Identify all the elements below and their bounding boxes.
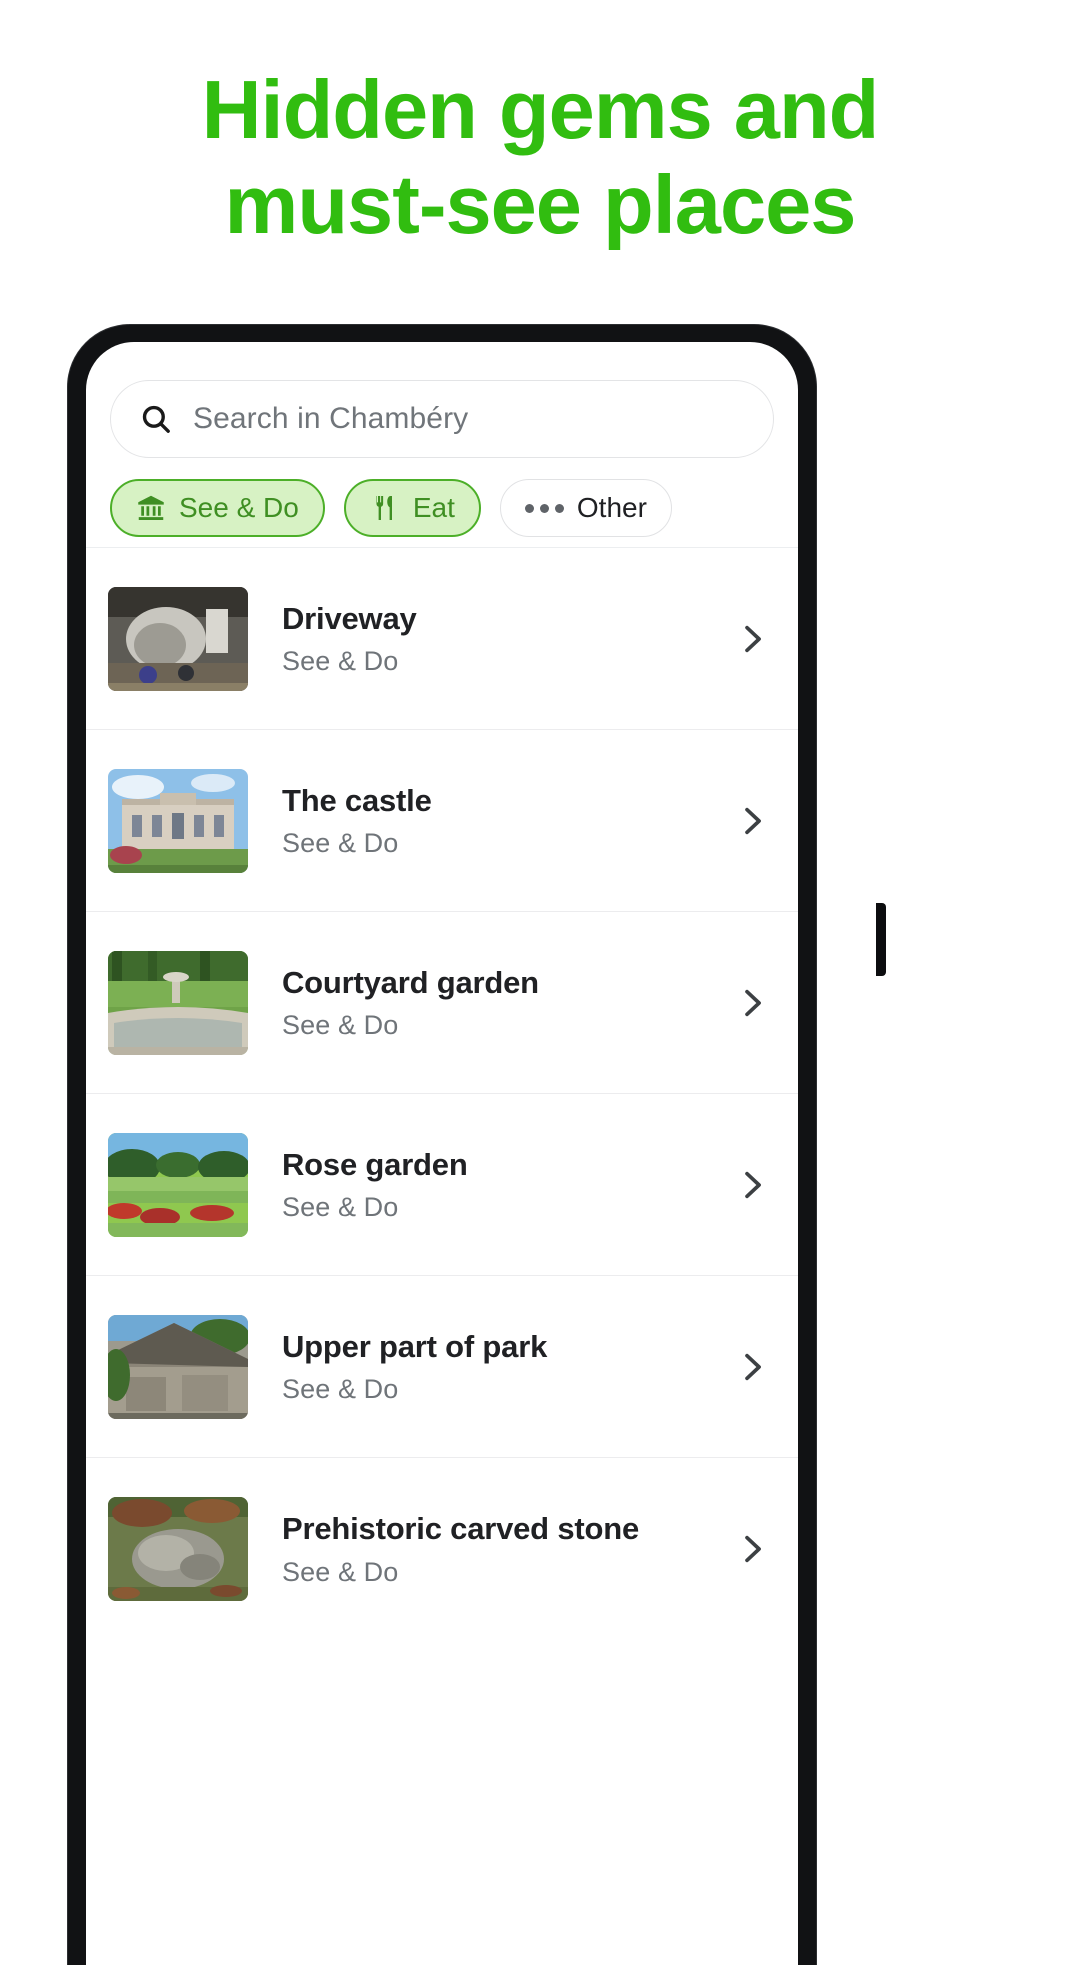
phone-mockup: Search in Chambéry See & Do Eat Other Dr… bbox=[68, 325, 886, 1965]
list-item-category: See & Do bbox=[282, 1010, 399, 1041]
list-item-title: Rose garden bbox=[282, 1146, 468, 1182]
castle-photo bbox=[108, 768, 248, 873]
search-icon bbox=[139, 402, 173, 436]
phone-power-button bbox=[876, 903, 886, 976]
more-dots-icon bbox=[524, 503, 564, 513]
list-item-text: Driveway See & Do bbox=[248, 600, 730, 677]
search-bar[interactable]: Search in Chambéry bbox=[110, 380, 774, 458]
list-item-text: The castle See & Do bbox=[248, 782, 730, 859]
page-title: Hidden gems and must-see places bbox=[0, 62, 1080, 253]
list-item-category: See & Do bbox=[282, 1192, 399, 1223]
filter-chip-eat[interactable]: Eat bbox=[343, 479, 481, 537]
list-item-text: Prehistoric carved stone See & Do bbox=[248, 1510, 730, 1587]
restaurant-icon bbox=[370, 493, 400, 523]
list-item-text: Rose garden See & Do bbox=[248, 1146, 730, 1223]
chevron-right-icon[interactable] bbox=[730, 986, 774, 1020]
list-item[interactable]: Courtyard garden See & Do bbox=[86, 912, 798, 1094]
list-item-title: Courtyard garden bbox=[282, 964, 539, 1000]
list-item[interactable]: The castle See & Do bbox=[86, 730, 798, 912]
filter-chip-see-and-do[interactable]: See & Do bbox=[110, 479, 325, 537]
chevron-right-icon[interactable] bbox=[730, 1532, 774, 1566]
list-item-text: Courtyard garden See & Do bbox=[248, 964, 730, 1041]
list-item[interactable]: Prehistoric carved stone See & Do bbox=[86, 1458, 798, 1640]
list-item-title: Driveway bbox=[282, 600, 417, 636]
list-item[interactable]: Upper part of park See & Do bbox=[86, 1276, 798, 1458]
phone-screen: Search in Chambéry See & Do Eat Other Dr… bbox=[86, 342, 798, 1965]
list-item-category: See & Do bbox=[282, 828, 399, 859]
filter-chip-label: Other bbox=[576, 492, 647, 523]
museum-icon bbox=[136, 493, 166, 523]
chevron-right-icon[interactable] bbox=[730, 1168, 774, 1202]
filter-chips: See & Do Eat Other bbox=[110, 479, 798, 537]
chevron-right-icon[interactable] bbox=[730, 1350, 774, 1384]
list-item-title: Upper part of park bbox=[282, 1328, 548, 1364]
fountain-garden-photo bbox=[108, 950, 248, 1055]
list-item-title: The castle bbox=[282, 782, 432, 818]
page-title-line-1: Hidden gems and bbox=[201, 63, 880, 156]
list-item-category: See & Do bbox=[282, 1374, 399, 1405]
rose-garden-photo bbox=[108, 1132, 248, 1237]
page-title-line-2: must-see places bbox=[224, 158, 857, 252]
chevron-right-icon[interactable] bbox=[730, 804, 774, 838]
places-list: Driveway See & Do The castle See & Do Co… bbox=[86, 547, 798, 1640]
list-item-title: Prehistoric carved stone bbox=[282, 1511, 640, 1547]
filter-chip-label: See & Do bbox=[179, 492, 299, 523]
filter-chip-other[interactable]: Other bbox=[499, 479, 672, 537]
cave-rocks-photo bbox=[108, 586, 248, 691]
search-input[interactable]: Search in Chambéry bbox=[193, 402, 468, 436]
list-item[interactable]: Rose garden See & Do bbox=[86, 1094, 798, 1276]
filter-chip-label: Eat bbox=[412, 492, 455, 523]
list-item[interactable]: Driveway See & Do bbox=[86, 548, 798, 730]
list-item-category: See & Do bbox=[282, 646, 399, 677]
chevron-right-icon[interactable] bbox=[730, 622, 774, 656]
list-item-text: Upper part of park See & Do bbox=[248, 1328, 730, 1405]
list-item-category: See & Do bbox=[282, 1556, 399, 1587]
stone-hut-photo bbox=[108, 1314, 248, 1419]
carved-stone-photo bbox=[108, 1497, 248, 1601]
